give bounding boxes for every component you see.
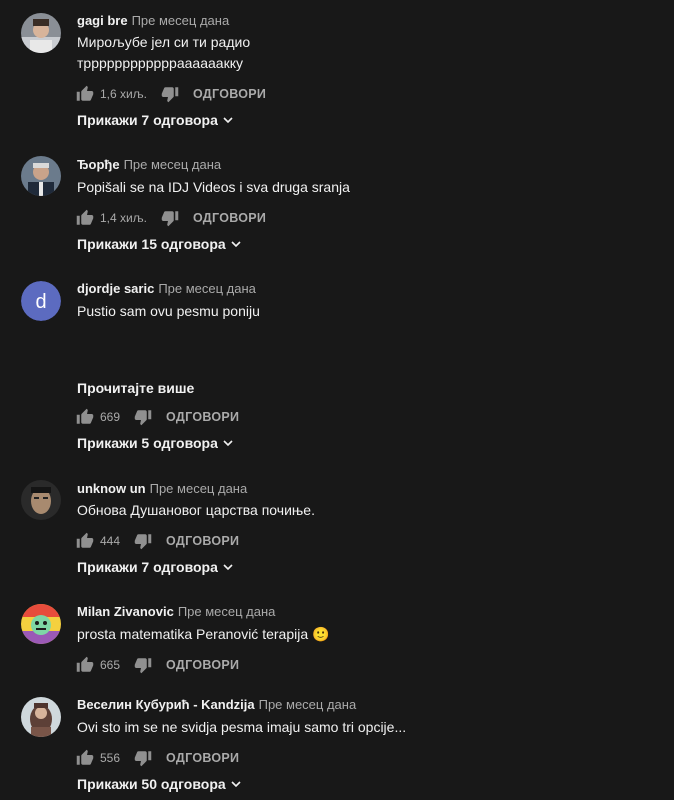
thumb-down-icon[interactable] [161,85,179,103]
thumb-up-icon[interactable] [76,532,94,550]
like-count: 1,6 хиљ. [100,87,147,101]
avatar[interactable] [21,156,61,196]
thumb-down-icon[interactable] [161,209,179,227]
comment-header: Milan Zivanovic Пре месец дана [77,604,275,620]
like-count: 669 [100,410,121,424]
comment-time[interactable]: Пре месец дана [150,481,248,496]
author-name[interactable]: Milan Zivanovic [77,604,174,619]
show-replies-label: Прикажи 15 одговора [77,236,226,252]
reply-button[interactable]: ОДГОВОРИ [166,658,239,672]
chevron-down-icon [231,781,241,788]
chevron-down-icon [223,440,233,447]
thumb-up-icon[interactable] [76,209,94,227]
comment-time[interactable]: Пре месец дана [158,281,256,296]
author-name[interactable]: Ђорђе [77,157,120,172]
comment-toolbar: 665 ОДГОВОРИ [76,655,239,675]
avatar-letter: d [35,291,46,313]
comment-text-line: трррррррррррраааааакку [77,55,243,71]
reply-button[interactable]: ОДГОВОРИ [166,410,239,424]
author-name[interactable]: djordje saric [77,281,154,296]
comment-text-line: prosta matematika Peranović terapija 🙂 [77,626,330,642]
show-replies-button[interactable]: Прикажи 15 одговора [77,236,242,252]
comment-toolbar: 669 ОДГОВОРИ [76,407,239,427]
show-replies-label: Прикажи 5 одговора [77,435,218,451]
author-name[interactable]: unknow un [77,481,146,496]
author-name[interactable]: Веселин Кубурић - Kandzija [77,697,255,712]
comment-toolbar: 556 ОДГОВОРИ [76,748,239,768]
comment-text: prosta matematika Peranović terapija 🙂 [77,624,637,645]
thumb-up-icon[interactable] [76,408,94,426]
comment-text-line: Pustio sam ovu pesmu poniju [77,303,260,319]
comment-header: djordje saric Пре месец дана [77,281,256,297]
comment-toolbar: 1,6 хиљ. ОДГОВОРИ [76,84,266,104]
comment-time[interactable]: Пре месец дана [124,157,222,172]
show-replies-label: Прикажи 7 одговора [77,559,218,575]
comment-toolbar: 1,4 хиљ. ОДГОВОРИ [76,208,266,228]
chevron-down-icon [231,241,241,248]
comment-text-line: Обнова Душановог царства почиње. [77,502,315,518]
comment-text-line: Ovi sto im se ne svidja pesma imaju samo… [77,719,407,735]
thumb-up-icon[interactable] [76,749,94,767]
show-replies-button[interactable]: Прикажи 50 одговора [77,776,242,792]
avatar[interactable] [21,604,61,644]
comment-header: Ђорђе Пре месец дана [77,157,221,173]
reply-button[interactable]: ОДГОВОРИ [193,211,266,225]
like-count: 665 [100,658,121,672]
chevron-down-icon [223,117,233,124]
like-count: 1,4 хиљ. [100,211,147,225]
reply-button[interactable]: ОДГОВОРИ [193,87,266,101]
thumb-down-icon[interactable] [134,749,152,767]
chevron-down-icon [223,564,233,571]
comment-text: Ovi sto im se ne svidja pesma imaju samo… [77,717,637,738]
avatar[interactable] [21,13,61,53]
thumb-up-icon[interactable] [76,656,94,674]
comment-header: gagi bre Пре месец дана [77,13,229,29]
comment-text-line: Мирољубе јел си ти радио [77,34,251,50]
comment-toolbar: 444 ОДГОВОРИ [76,531,239,551]
author-name[interactable]: gagi bre [77,13,128,28]
comment-header: Веселин Кубурић - Kandzija Пре месец дана [77,697,356,713]
comment-header: unknow un Пре месец дана [77,481,247,497]
comment-time[interactable]: Пре месец дана [132,13,230,28]
show-replies-label: Прикажи 50 одговора [77,776,226,792]
read-more-button[interactable]: Прочитајте више [77,380,194,396]
avatar[interactable] [21,480,61,520]
avatar[interactable] [21,697,61,737]
comment-time[interactable]: Пре месец дана [178,604,276,619]
avatar[interactable]: d [21,281,61,321]
show-replies-button[interactable]: Прикажи 5 одговора [77,435,234,451]
like-count: 556 [100,751,121,765]
comment-text-line: Popišali se na IDJ Videos i sva druga sr… [77,179,350,195]
show-replies-button[interactable]: Прикажи 7 одговора [77,559,234,575]
show-replies-label: Прикажи 7 одговора [77,112,218,128]
comment-text: Pustio sam ovu pesmu poniju [77,301,637,322]
comment-time[interactable]: Пре месец дана [259,697,357,712]
thumb-up-icon[interactable] [76,85,94,103]
thumb-down-icon[interactable] [134,408,152,426]
reply-button[interactable]: ОДГОВОРИ [166,534,239,548]
comment-text: Popišali se na IDJ Videos i sva druga sr… [77,177,637,198]
thumb-down-icon[interactable] [134,656,152,674]
thumb-down-icon[interactable] [134,532,152,550]
show-replies-button[interactable]: Прикажи 7 одговора [77,112,234,128]
comment-text: Мирољубе јел си ти радио трррррррррррраа… [77,32,637,74]
comment-text: Обнова Душановог царства почиње. [77,500,637,521]
like-count: 444 [100,534,121,548]
reply-button[interactable]: ОДГОВОРИ [166,751,239,765]
